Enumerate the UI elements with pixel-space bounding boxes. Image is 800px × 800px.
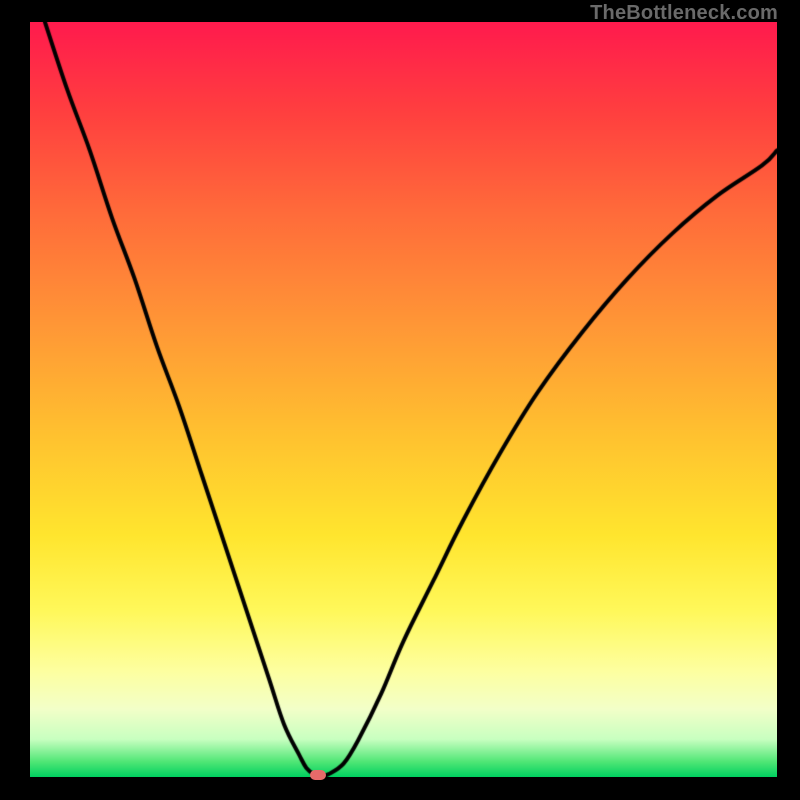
bottleneck-curve [30,22,777,777]
chart-plot-area [30,22,777,777]
optimum-marker [310,770,326,780]
